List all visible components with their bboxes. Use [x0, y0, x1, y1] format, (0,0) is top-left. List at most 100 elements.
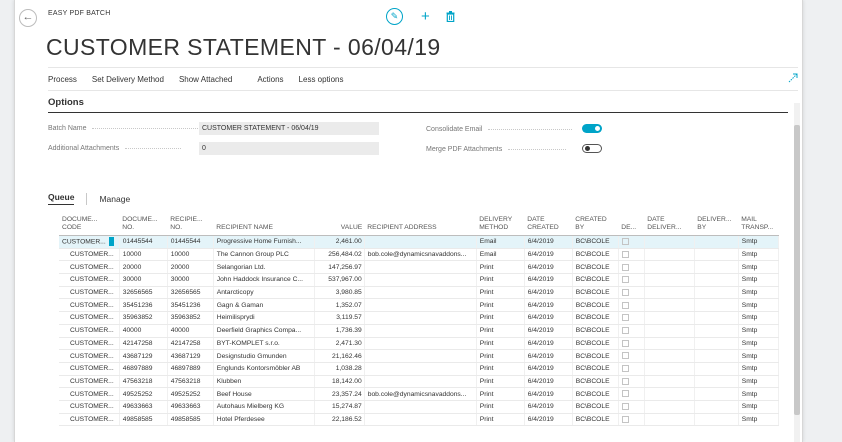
- additional-attachments-field[interactable]: 0: [199, 142, 379, 155]
- cell-mail-transport[interactable]: Smtp: [738, 375, 779, 389]
- cell-recipient-address[interactable]: [364, 413, 477, 427]
- delivered-checkbox[interactable]: [621, 327, 629, 335]
- cell-mail-transport[interactable]: Smtp: [738, 387, 779, 401]
- show-attached-action[interactable]: Show Attached: [179, 75, 232, 84]
- cell-delivery-method[interactable]: Print: [476, 337, 525, 351]
- cell-date-created[interactable]: 6/4/2019: [524, 349, 573, 363]
- cell-delivered-by[interactable]: [694, 235, 739, 249]
- cell-recipient-address[interactable]: [364, 337, 477, 351]
- table-row[interactable]: CUSTOMER... 35451236 35451236 Gagn & Gaman 1…: [59, 298, 779, 313]
- cell-document-no[interactable]: 32656565: [119, 286, 168, 300]
- cell-document-code[interactable]: CUSTOMER...: [59, 286, 120, 300]
- delivered-checkbox[interactable]: [621, 365, 629, 373]
- col-mail-transport[interactable]: MAIL TRANSP...: [738, 210, 779, 236]
- cell-date-delivered[interactable]: [644, 298, 695, 313]
- cell-delivered-by[interactable]: [694, 362, 739, 376]
- cell-created-by[interactable]: BC\BCOLE: [572, 311, 619, 325]
- cell-document-code[interactable]: CUSTOMER...: [59, 400, 120, 414]
- cell-date-delivered[interactable]: [644, 337, 695, 351]
- cell-delivery-method[interactable]: Email: [476, 235, 525, 249]
- table-row[interactable]: CUSTOMER... 49525252 49525252 Beef House 23,…: [59, 387, 779, 401]
- cell-delivery-method[interactable]: Email: [476, 248, 525, 262]
- cell-recipient-no[interactable]: 30000: [167, 273, 214, 287]
- cell-recipient-address[interactable]: [364, 375, 477, 389]
- cell-recipient-name[interactable]: Selangorian Ltd.: [213, 260, 315, 275]
- table-row[interactable]: CUSTOMER... 40000 40000 Deerfield Graphics …: [59, 324, 779, 338]
- cell-delivered[interactable]: [618, 413, 645, 427]
- cell-date-created[interactable]: 6/4/2019: [524, 260, 573, 275]
- cell-delivered-by[interactable]: [694, 273, 739, 287]
- cell-recipient-name[interactable]: The Cannon Group PLC: [213, 248, 315, 262]
- cell-mail-transport[interactable]: Smtp: [738, 286, 779, 300]
- cell-recipient-address[interactable]: [364, 311, 477, 325]
- cell-date-created[interactable]: 6/4/2019: [524, 387, 573, 401]
- cell-recipient-no[interactable]: 43687129: [167, 349, 214, 363]
- cell-date-created[interactable]: 6/4/2019: [524, 311, 573, 325]
- scrollbar-thumb[interactable]: [794, 125, 800, 415]
- cell-document-no[interactable]: 49633663: [119, 400, 168, 414]
- cell-delivered[interactable]: [618, 235, 645, 249]
- cell-recipient-address[interactable]: [364, 400, 477, 414]
- col-document-code[interactable]: DOCUME... CODE: [59, 210, 120, 236]
- cell-mail-transport[interactable]: Smtp: [738, 413, 779, 427]
- cell-date-created[interactable]: 6/4/2019: [524, 235, 573, 249]
- delivered-checkbox[interactable]: [621, 403, 629, 411]
- cell-date-delivered[interactable]: [644, 362, 695, 376]
- cell-recipient-address[interactable]: [364, 362, 477, 376]
- cell-created-by[interactable]: BC\BCOLE: [572, 362, 619, 376]
- cell-mail-transport[interactable]: Smtp: [738, 273, 779, 287]
- col-document-no[interactable]: DOCUME... NO.: [119, 210, 168, 236]
- cell-recipient-no[interactable]: 35451236: [167, 298, 214, 313]
- cell-recipient-address[interactable]: [364, 235, 477, 249]
- table-row[interactable]: CUSTOMER... 47563218 47563218 Klubben 18,142…: [59, 375, 779, 389]
- cell-delivery-method[interactable]: Print: [476, 362, 525, 376]
- cell-delivered[interactable]: [618, 362, 645, 376]
- merge-pdf-toggle[interactable]: [582, 144, 602, 153]
- cell-recipient-no[interactable]: 40000: [167, 324, 214, 338]
- cell-recipient-address[interactable]: [364, 286, 477, 300]
- cell-recipient-name[interactable]: Hotel Pferdesee: [213, 413, 315, 427]
- cell-document-no[interactable]: 01445544: [119, 235, 168, 249]
- cell-recipient-address[interactable]: [364, 324, 477, 338]
- cell-delivered-by[interactable]: [694, 349, 739, 363]
- cell-recipient-no[interactable]: 32656565: [167, 286, 214, 300]
- cell-document-code[interactable]: CUSTOMER...: [59, 311, 120, 325]
- cell-document-code[interactable]: CUSTOMER...: [59, 273, 120, 287]
- cell-mail-transport[interactable]: Smtp: [738, 324, 779, 338]
- cell-created-by[interactable]: BC\BCOLE: [572, 349, 619, 363]
- col-created-by[interactable]: CREATED BY: [572, 210, 619, 236]
- cell-delivered-by[interactable]: [694, 387, 739, 401]
- cell-recipient-name[interactable]: Progressive Home Furnish...: [213, 235, 315, 249]
- cell-delivery-method[interactable]: Print: [476, 349, 525, 363]
- cell-delivered[interactable]: [618, 273, 645, 287]
- tab-queue[interactable]: Queue: [48, 192, 75, 205]
- cell-date-created[interactable]: 6/4/2019: [524, 375, 573, 389]
- col-delivered[interactable]: DE...: [618, 210, 645, 236]
- delivered-checkbox[interactable]: [621, 415, 629, 423]
- cell-date-delivered[interactable]: [644, 273, 695, 287]
- cell-delivered[interactable]: [618, 387, 645, 401]
- cell-recipient-name[interactable]: Deerfield Graphics Compa...: [213, 324, 315, 338]
- cell-date-created[interactable]: 6/4/2019: [524, 400, 573, 414]
- cell-value[interactable]: 1,736.39: [314, 324, 365, 338]
- cell-mail-transport[interactable]: Smtp: [738, 400, 779, 414]
- cell-value[interactable]: 256,484.02: [314, 248, 365, 262]
- cell-document-code[interactable]: CUSTOMER...: [59, 324, 120, 338]
- cell-recipient-no[interactable]: 49633663: [167, 400, 214, 414]
- vertical-scrollbar[interactable]: [794, 103, 800, 442]
- cell-document-no[interactable]: 42147258: [119, 337, 168, 351]
- cell-delivery-method[interactable]: Print: [476, 273, 525, 287]
- table-row[interactable]: CUSTOMER... 42147258 42147258 BYT-KOMPLET s…: [59, 337, 779, 351]
- cell-document-no[interactable]: 40000: [119, 324, 168, 338]
- cell-delivery-method[interactable]: Print: [476, 286, 525, 300]
- cell-date-created[interactable]: 6/4/2019: [524, 273, 573, 287]
- cell-created-by[interactable]: BC\BCOLE: [572, 286, 619, 300]
- back-arrow-icon[interactable]: ←: [19, 9, 37, 27]
- cell-delivered-by[interactable]: [694, 400, 739, 414]
- col-value[interactable]: VALUE: [314, 210, 365, 236]
- cell-mail-transport[interactable]: Smtp: [738, 362, 779, 376]
- delivered-checkbox[interactable]: [621, 238, 629, 246]
- cell-value[interactable]: 1,352.07: [314, 298, 365, 313]
- cell-delivery-method[interactable]: Print: [476, 400, 525, 414]
- cell-delivered-by[interactable]: [694, 248, 739, 262]
